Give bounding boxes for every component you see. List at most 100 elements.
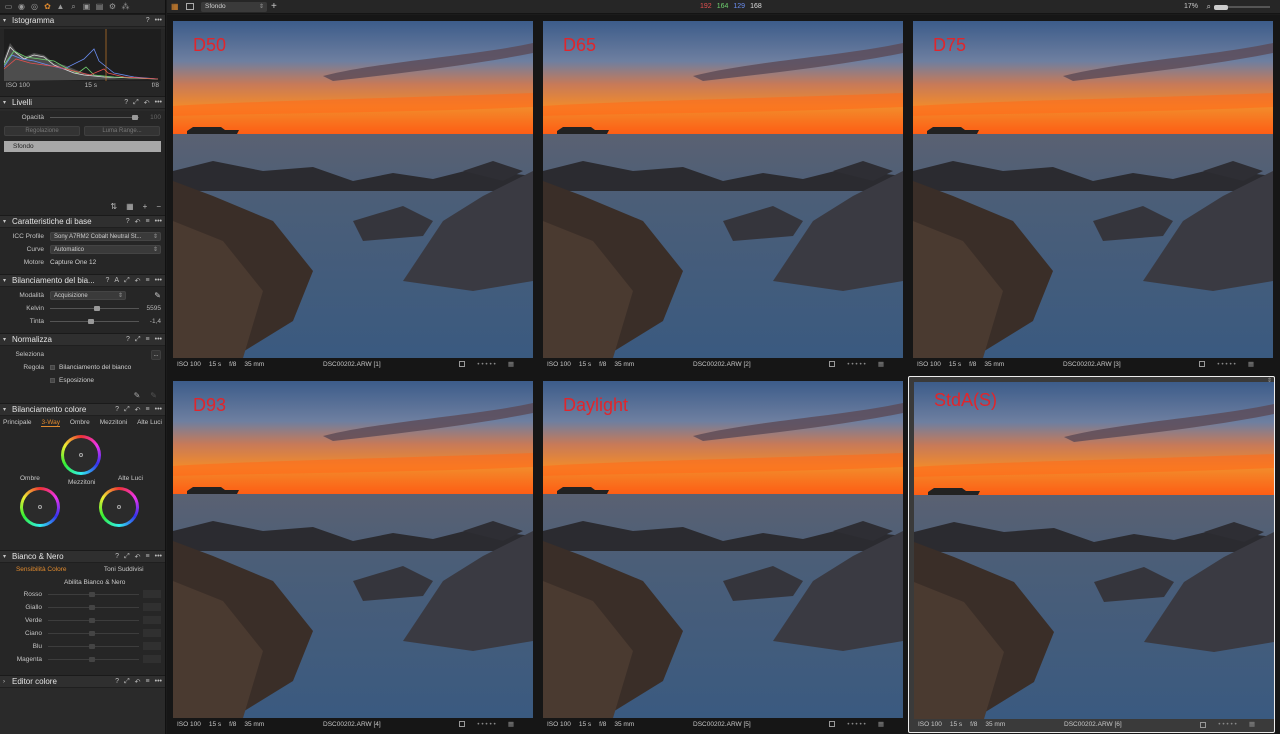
tab-color-sensitivity[interactable]: Sensibilità Colore bbox=[0, 566, 83, 573]
thumbnail-image[interactable] bbox=[173, 381, 533, 718]
reset-icon[interactable]: ↶ bbox=[135, 553, 141, 561]
color-tag-icon[interactable]: ▦ bbox=[878, 720, 884, 728]
color-tag-icon[interactable]: ▦ bbox=[878, 360, 884, 368]
color-tag-icon[interactable]: ▦ bbox=[1249, 721, 1255, 729]
shadows-wheel[interactable] bbox=[20, 487, 60, 527]
rating-dots[interactable]: • • • • • bbox=[847, 361, 866, 368]
help-icon[interactable]: ? bbox=[124, 99, 128, 107]
help-icon[interactable]: ? bbox=[105, 277, 109, 285]
rating-dots[interactable]: • • • • • bbox=[1217, 361, 1236, 368]
collapse-icon[interactable]: ▾ bbox=[3, 277, 12, 284]
grid-view-icon[interactable]: ▦ bbox=[171, 3, 179, 11]
edit-icon[interactable]: ⤢ bbox=[124, 553, 130, 561]
thumbnail[interactable]: D75 ISO 100 15 s f/8 35 mm DSC00202.ARW [3] • … bbox=[908, 16, 1275, 373]
select-checkbox[interactable] bbox=[829, 721, 836, 727]
color-tag-icon[interactable]: ▦ bbox=[1248, 360, 1254, 368]
enable-bw-checkbox[interactable]: Abilita Bianco & Nero bbox=[64, 579, 125, 586]
collapse-icon[interactable]: ▾ bbox=[3, 218, 12, 225]
wb-mode-select[interactable]: Acquisizione bbox=[50, 291, 126, 300]
styles-icon[interactable]: ⁂ bbox=[121, 2, 130, 11]
collapse-icon[interactable]: ▾ bbox=[3, 406, 12, 413]
remove-layer-icon[interactable]: − bbox=[156, 202, 161, 211]
more-icon[interactable]: ••• bbox=[155, 17, 162, 24]
bw-slider[interactable] bbox=[48, 642, 139, 651]
presets-icon[interactable]: ≡ bbox=[146, 553, 150, 561]
more-icon[interactable]: ••• bbox=[155, 218, 162, 226]
more-icon[interactable]: ••• bbox=[155, 553, 162, 561]
help-icon[interactable]: ? bbox=[115, 678, 119, 686]
tab-principale[interactable]: Principale bbox=[3, 419, 32, 427]
help-icon[interactable]: ? bbox=[115, 406, 119, 414]
settings-icon[interactable]: ⚙ bbox=[108, 2, 117, 11]
bw-slider[interactable] bbox=[48, 629, 139, 638]
select-checkbox[interactable] bbox=[829, 361, 836, 367]
pick-icon[interactable]: ✎ bbox=[134, 391, 141, 400]
normalize-header[interactable]: ▾ Normalizza ? ⤢ ≡ ••• bbox=[0, 333, 165, 346]
thumbnail-image[interactable] bbox=[543, 381, 903, 718]
bw-value[interactable] bbox=[139, 602, 161, 613]
bw-value[interactable] bbox=[139, 628, 161, 639]
reset-icon[interactable]: ↶ bbox=[135, 277, 141, 285]
bw-header[interactable]: ▾ Bianco & Nero ? ⤢ ↶ ≡ ••• bbox=[0, 550, 165, 563]
wb-header[interactable]: ▾ Bilanciamento del bia... ? A ⤢ ↶ ≡ ••• bbox=[0, 274, 165, 287]
bw-value[interactable] bbox=[139, 641, 161, 652]
kelvin-slider[interactable] bbox=[50, 304, 139, 313]
add-icon[interactable]: + bbox=[271, 1, 277, 13]
color-tag-icon[interactable]: ▦ bbox=[508, 720, 514, 728]
select-checkbox[interactable] bbox=[459, 721, 466, 727]
thumbnail[interactable]: D65 ISO 100 15 s f/8 35 mm DSC00202.ARW [2] • … bbox=[538, 16, 905, 373]
reset-icon[interactable]: ↶ bbox=[144, 99, 150, 107]
thumbnail[interactable]: Daylight ISO 100 15 s f/8 35 mm DSC00202.ARW … bbox=[538, 376, 905, 733]
zoom-slider[interactable] bbox=[1214, 4, 1270, 10]
thumbnail-image[interactable] bbox=[914, 382, 1274, 719]
base-char-header[interactable]: ▾ Caratteristiche di base ? ↶ ≡ ••• bbox=[0, 215, 165, 228]
collapse-icon[interactable]: ▾ bbox=[3, 336, 12, 343]
single-view-icon[interactable] bbox=[186, 3, 194, 10]
tab-alte-luci[interactable]: Alte Luci bbox=[137, 419, 162, 427]
bw-slider[interactable] bbox=[48, 590, 139, 599]
select-checkbox[interactable] bbox=[1199, 361, 1206, 367]
wb-checkbox[interactable] bbox=[50, 365, 55, 370]
adjust-button[interactable]: Regolazione bbox=[4, 125, 80, 136]
presets-icon[interactable]: ≡ bbox=[146, 406, 150, 414]
presets-icon[interactable]: ≡ bbox=[146, 336, 150, 344]
help-icon[interactable]: ? bbox=[146, 17, 150, 24]
collapse-icon[interactable]: ▾ bbox=[3, 553, 12, 560]
expand-icon[interactable]: › bbox=[3, 679, 12, 685]
sort-icon[interactable]: ⇅ bbox=[110, 202, 117, 211]
lens-icon[interactable]: ◎ bbox=[30, 2, 39, 11]
capture-icon[interactable]: ◉ bbox=[17, 2, 26, 11]
opacity-slider[interactable] bbox=[50, 113, 139, 122]
zoom-icon[interactable]: ⌕ bbox=[1207, 2, 1211, 12]
bw-value[interactable] bbox=[139, 615, 161, 626]
collection-select[interactable]: Sfondo bbox=[201, 2, 267, 12]
library-icon[interactable]: ▭ bbox=[4, 2, 13, 11]
color-tag-icon[interactable]: ▦ bbox=[508, 360, 514, 368]
layer-item-background[interactable]: Sfondo bbox=[4, 141, 161, 152]
more-icon[interactable]: ••• bbox=[155, 336, 162, 344]
tab-ombre[interactable]: Ombre bbox=[70, 419, 90, 427]
color-icon[interactable]: ✿ bbox=[43, 2, 52, 11]
adjust-icon[interactable]: ▣ bbox=[82, 2, 91, 11]
layer-options-icon[interactable]: ▦ bbox=[126, 202, 134, 211]
thumbnail[interactable]: StdA(S) ISO 100 15 s f/8 35 mm DSC00202.ARW [… bbox=[908, 376, 1275, 733]
collapse-icon[interactable]: ▾ bbox=[3, 99, 12, 106]
presets-icon[interactable]: ≡ bbox=[146, 218, 150, 226]
reset-icon[interactable]: ↶ bbox=[135, 678, 141, 686]
bw-slider[interactable] bbox=[48, 655, 139, 664]
select-button[interactable]: ... bbox=[151, 349, 161, 360]
apply-icon[interactable]: ✎ bbox=[150, 391, 157, 400]
metadata-icon[interactable]: ▤ bbox=[95, 2, 104, 11]
collapse-icon[interactable]: ▾ bbox=[3, 17, 12, 24]
bw-value[interactable] bbox=[139, 589, 161, 600]
rating-dots[interactable]: • • • • • bbox=[1218, 721, 1237, 729]
tab-mezzitoni[interactable]: Mezzitoni bbox=[100, 419, 127, 427]
bw-slider[interactable] bbox=[48, 603, 139, 612]
reset-icon[interactable]: ↶ bbox=[135, 406, 141, 414]
more-icon[interactable]: ••• bbox=[155, 406, 162, 414]
more-icon[interactable]: ••• bbox=[155, 99, 162, 107]
add-layer-icon[interactable]: + bbox=[143, 202, 148, 211]
color-editor-header[interactable]: › Editor colore ? ⤢ ↶ ≡ ••• bbox=[0, 675, 165, 688]
help-icon[interactable]: ? bbox=[126, 218, 130, 226]
edit-icon[interactable]: ⤢ bbox=[124, 277, 130, 285]
